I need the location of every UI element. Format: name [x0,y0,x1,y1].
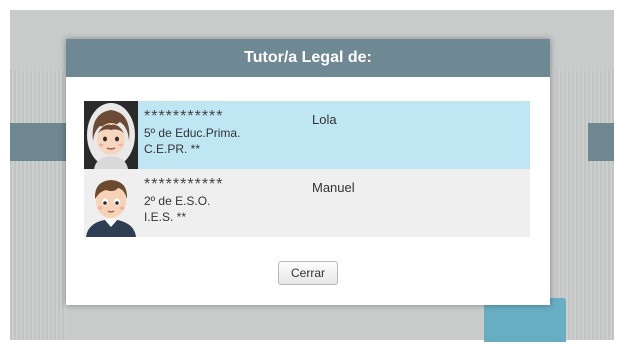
child-info: *********** 2º de E.S.O. I.E.S. ** Manue… [138,169,530,237]
child-first-name: Manuel [312,180,355,195]
background-band-right [588,123,614,161]
child-info: *********** 5º de Educ.Prima. C.E.PR. **… [138,101,530,169]
child-course: 5º de Educ.Prima. [144,126,241,140]
child-row-lola[interactable]: *********** 5º de Educ.Prima. C.E.PR. **… [84,101,530,169]
dialog-header: Tutor/a Legal de: [66,39,550,77]
child-first-name: Lola [312,112,337,127]
child-course: 2º de E.S.O. [144,194,211,208]
masked-surname: *********** [144,108,224,125]
boy-avatar-icon [84,169,138,237]
close-button[interactable]: Cerrar [278,261,338,285]
child-row-manuel[interactable]: *********** 2º de E.S.O. I.E.S. ** Manue… [84,169,530,237]
child-school: I.E.S. ** [144,210,187,224]
guardian-dialog: Tutor/a Legal de: *********** 5º de Educ… [66,39,550,305]
background-left-panel [10,70,65,340]
girl-avatar-icon [84,101,138,169]
masked-surname: *********** [144,176,224,193]
dialog-title: Tutor/a Legal de: [244,49,372,66]
background-band-left [10,123,66,161]
child-school: C.E.PR. ** [144,142,201,156]
